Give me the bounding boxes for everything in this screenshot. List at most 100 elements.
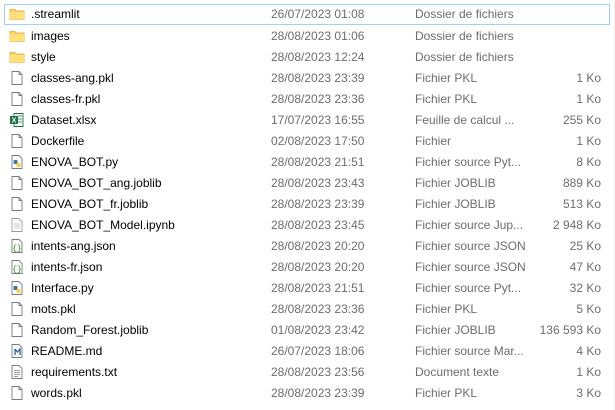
file-type: Fichier PKL <box>415 386 478 400</box>
file-type: Fichier PKL <box>415 302 478 316</box>
file-type: Fichier source Jup... <box>415 218 524 232</box>
file-name: classes-ang.pkl <box>31 71 114 85</box>
file-row[interactable]: classes-ang.pkl 28/08/2023 23:39 Fichier P… <box>0 67 615 88</box>
file-size: 4 Ko <box>576 344 601 358</box>
file-size: 32 Ko <box>569 281 601 295</box>
file-row[interactable]: ENOVA_BOT.py 28/08/2023 21:51 Fichier sour… <box>0 151 615 172</box>
folder-icon <box>9 28 25 44</box>
file-row[interactable]: ENOVA_BOT_ang.joblib 28/08/2023 23:43 Fich… <box>0 172 615 193</box>
file-icon <box>9 70 25 86</box>
file-date-modified: 28/08/2023 23:43 <box>271 176 365 190</box>
svg-text:{}: {} <box>12 266 22 275</box>
file-name: style <box>31 50 56 64</box>
file-type: Fichier source JSON <box>415 239 525 253</box>
file-name: README.md <box>31 344 103 358</box>
file-date-modified: 17/07/2023 16:55 <box>271 113 365 127</box>
file-size: 3 Ko <box>576 386 601 400</box>
file-row[interactable]: Interface.py 28/08/2023 21:51 Fichier sour… <box>0 277 615 298</box>
file-name: classes-fr.pkl <box>31 92 101 106</box>
file-row[interactable]: classes-fr.pkl 28/08/2023 23:36 Fichier PK… <box>0 88 615 109</box>
file-icon <box>9 133 25 149</box>
file-icon <box>9 91 25 107</box>
file-name: intents-ang.json <box>31 239 116 253</box>
json-icon: {} <box>9 259 25 275</box>
file-name: images <box>31 29 70 43</box>
file-icon <box>9 301 25 317</box>
file-size: 2 948 Ko <box>552 218 601 232</box>
file-name: mots.pkl <box>31 302 76 316</box>
file-date-modified: 28/08/2023 23:36 <box>271 302 365 316</box>
file-row[interactable]: style 28/08/2023 12:24 Dossier de fichiers <box>0 46 615 67</box>
file-size: 1 Ko <box>576 365 601 379</box>
text-file-icon <box>9 364 25 380</box>
file-size: 47 Ko <box>569 260 601 274</box>
file-row[interactable]: words.pkl 28/08/2023 23:39 Fichier PKL 3 Ko <box>0 382 615 403</box>
file-name: requirements.txt <box>31 365 118 379</box>
file-size: 1 Ko <box>576 134 601 148</box>
file-type: Fichier source Pyt... <box>415 155 522 169</box>
file-name: Dataset.xlsx <box>31 113 97 127</box>
file-date-modified: 28/08/2023 23:39 <box>271 197 365 211</box>
python-icon <box>9 280 25 296</box>
file-size: 889 Ko <box>562 176 601 190</box>
file-size: 25 Ko <box>569 239 601 253</box>
file-row[interactable]: ENOVA_BOT_Model.ipynb 28/08/2023 23:45 Fic… <box>0 214 615 235</box>
file-type: Fichier source Mar... <box>415 344 524 358</box>
file-size: 8 Ko <box>576 155 601 169</box>
excel-icon: X <box>9 112 25 128</box>
file-date-modified: 28/08/2023 12:24 <box>271 50 365 64</box>
file-type: Fichier JOBLIB <box>415 323 496 337</box>
json-icon: {} <box>9 238 25 254</box>
file-date-modified: 28/08/2023 01:06 <box>271 29 365 43</box>
notebook-icon <box>9 217 25 233</box>
svg-text:{}: {} <box>12 245 22 254</box>
folder-icon <box>9 49 25 65</box>
file-name: ENOVA_BOT.py <box>31 155 119 169</box>
file-row[interactable]: {} intents-fr.json 28/08/2023 20:20 Fichier… <box>0 256 615 277</box>
file-row[interactable]: ENOVA_BOT_fr.joblib 28/08/2023 23:39 Fichi… <box>0 193 615 214</box>
file-type: Fichier source Pyt... <box>415 281 522 295</box>
file-type: Fichier PKL <box>415 71 478 85</box>
file-date-modified: 28/08/2023 20:20 <box>271 260 365 274</box>
file-date-modified: 26/07/2023 18:06 <box>271 344 365 358</box>
file-icon <box>9 175 25 191</box>
file-row[interactable]: .streamlit 26/07/2023 01:08 Dossier de fic… <box>4 4 610 25</box>
file-type: Fichier JOBLIB <box>415 176 496 190</box>
file-date-modified: 26/07/2023 01:08 <box>271 7 365 21</box>
file-row[interactable]: Dockerfile 02/08/2023 17:50 Fichier 1 Ko <box>0 130 615 151</box>
file-icon <box>9 385 25 401</box>
file-row[interactable]: X Dataset.xlsx 17/07/2023 16:55 Feuille de … <box>0 109 615 130</box>
file-size: 1 Ko <box>576 92 601 106</box>
file-date-modified: 28/08/2023 21:51 <box>271 155 365 169</box>
file-date-modified: 28/08/2023 23:39 <box>271 386 365 400</box>
file-type: Fichier source JSON <box>415 260 525 274</box>
file-name: ENOVA_BOT_ang.joblib <box>31 176 162 190</box>
file-date-modified: 28/08/2023 23:45 <box>271 218 365 232</box>
file-date-modified: 28/08/2023 23:36 <box>271 92 365 106</box>
file-date-modified: 28/08/2023 21:51 <box>271 281 365 295</box>
file-row[interactable]: README.md 26/07/2023 18:06 Fichier source … <box>0 340 615 361</box>
file-name: words.pkl <box>31 386 82 400</box>
markdown-icon <box>9 343 25 359</box>
file-date-modified: 28/08/2023 20:20 <box>271 239 365 253</box>
file-size: 1 Ko <box>576 71 601 85</box>
file-size: 255 Ko <box>562 113 601 127</box>
file-name: Random_Forest.joblib <box>31 323 149 337</box>
file-date-modified: 02/08/2023 17:50 <box>271 134 365 148</box>
file-row[interactable]: requirements.txt 28/08/2023 23:56 Document… <box>0 361 615 382</box>
file-row[interactable]: images 28/08/2023 01:06 Dossier de fichier… <box>0 25 615 46</box>
file-icon <box>9 322 25 338</box>
file-row[interactable]: {} intents-ang.json 28/08/2023 20:20 Fichie… <box>0 235 615 256</box>
file-date-modified: 28/08/2023 23:39 <box>271 71 365 85</box>
file-row[interactable]: Random_Forest.joblib 01/08/2023 23:42 Fich… <box>0 319 615 340</box>
file-type: Document texte <box>415 365 500 379</box>
file-type: Dossier de fichiers <box>415 50 514 64</box>
file-row[interactable]: mots.pkl 28/08/2023 23:36 Fichier PKL 5 Ko <box>0 298 615 319</box>
file-type: Fichier PKL <box>415 92 478 106</box>
file-name: ENOVA_BOT_Model.ipynb <box>31 218 175 232</box>
file-type: Fichier JOBLIB <box>415 197 496 211</box>
python-icon <box>9 154 25 170</box>
file-name: .streamlit <box>31 7 80 21</box>
file-type: Feuille de calcul ... <box>415 113 515 127</box>
file-type: Fichier <box>415 134 452 148</box>
